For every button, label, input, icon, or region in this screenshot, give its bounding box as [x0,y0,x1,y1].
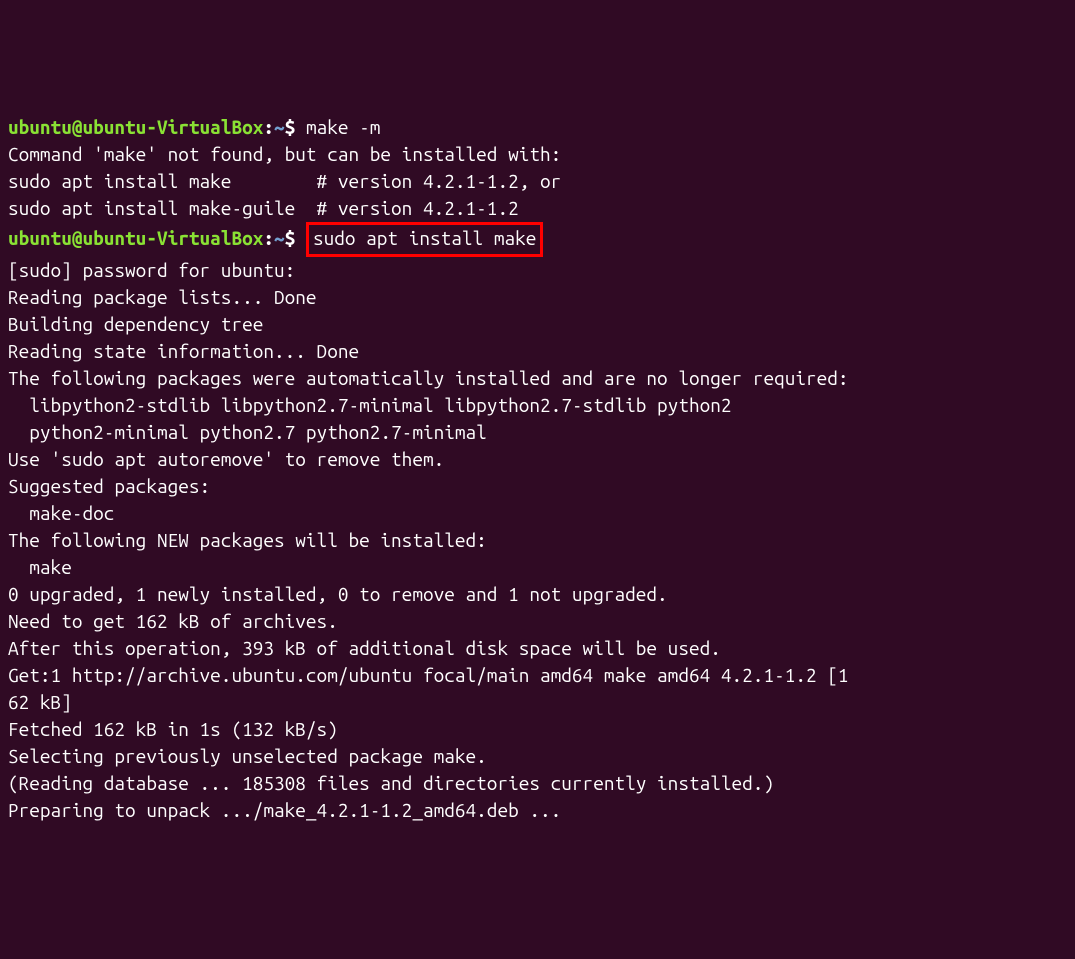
output-line: 0 upgraded, 1 newly installed, 0 to remo… [8,581,1067,608]
prompt-path: ~ [274,227,285,249]
prompt-colon: : [263,116,274,138]
prompt-line-1: ubuntu@ubuntu-VirtualBox:~$ make -m [8,114,1067,141]
output-line: The following NEW packages will be insta… [8,527,1067,554]
output-line: Reading state information... Done [8,338,1067,365]
prompt-user: ubuntu@ubuntu-VirtualBox [8,227,263,249]
output-line: make-doc [8,500,1067,527]
output-line: Suggested packages: [8,473,1067,500]
output-line: python2-minimal python2.7 python2.7-mini… [8,419,1067,446]
output-line: 62 kB] [8,689,1067,716]
output-line: The following packages were automaticall… [8,365,1067,392]
prompt-dollar: $ [285,227,306,249]
prompt-colon: : [263,227,274,249]
output-line: Building dependency tree [8,311,1067,338]
output-line: Need to get 162 kB of archives. [8,608,1067,635]
output-line: libpython2-stdlib libpython2.7-minimal l… [8,392,1067,419]
terminal-content[interactable]: ubuntu@ubuntu-VirtualBox:~$ make -mComma… [8,114,1067,824]
output-line: Fetched 162 kB in 1s (132 kB/s) [8,716,1067,743]
output-line: make [8,554,1067,581]
prompt-dollar: $ [285,116,306,138]
output-line: [sudo] password for ubuntu: [8,257,1067,284]
output-line: sudo apt install make # version 4.2.1-1.… [8,168,1067,195]
prompt-line-2: ubuntu@ubuntu-VirtualBox:~$ sudo apt ins… [8,222,1067,257]
prompt-path: ~ [274,116,285,138]
output-line: After this operation, 393 kB of addition… [8,635,1067,662]
output-line: Use 'sudo apt autoremove' to remove them… [8,446,1067,473]
output-line: Selecting previously unselected package … [8,743,1067,770]
command-2: sudo apt install make [313,227,536,249]
highlighted-command: sudo apt install make [306,222,543,257]
output-line: (Reading database ... 185308 files and d… [8,770,1067,797]
output-line: Preparing to unpack .../make_4.2.1-1.2_a… [8,797,1067,824]
output-line: Command 'make' not found, but can be ins… [8,141,1067,168]
prompt-user: ubuntu@ubuntu-VirtualBox [8,116,263,138]
output-line: sudo apt install make-guile # version 4.… [8,195,1067,222]
output-line: Get:1 http://archive.ubuntu.com/ubuntu f… [8,662,1067,689]
output-line: Reading package lists... Done [8,284,1067,311]
command-1: make -m [306,116,380,138]
